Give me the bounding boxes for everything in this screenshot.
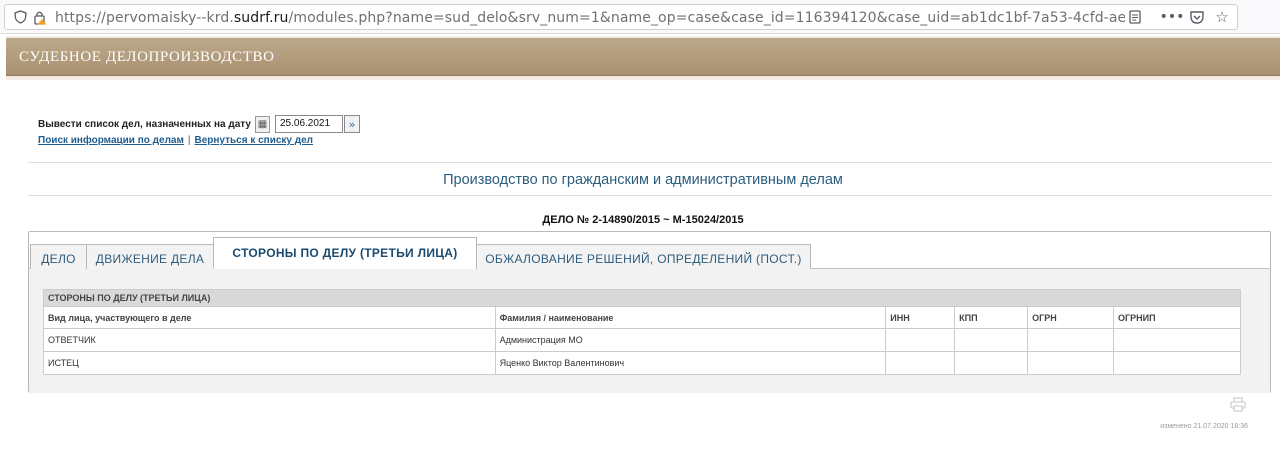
modified-timestamp: изменено 21.07.2020 18:36 <box>1160 423 1248 430</box>
url-field[interactable]: https://pervomaisky--krd.sudrf.ru/module… <box>4 4 1238 30</box>
printer-icon[interactable] <box>1230 396 1246 412</box>
search-cases-link[interactable]: Поиск информации по делам <box>38 135 184 146</box>
table-header-row: Вид лица, участвующего в деле Фамилия / … <box>43 306 1241 329</box>
party-name: Яценко Виктор Валентинович <box>494 351 887 375</box>
calendar-icon[interactable]: ▦ <box>254 115 270 133</box>
column-header: ИНН <box>885 306 956 329</box>
nav-links: Поиск информации по делам | Вернуться к … <box>38 135 313 146</box>
tab-body: СТОРОНЫ ПО ДЕЛУ (ТРЕТЬИ ЛИЦА) Вид лица, … <box>29 269 1270 393</box>
date-input[interactable]: 25.06.2021 <box>274 115 343 133</box>
party-ogrnip <box>1113 351 1241 375</box>
link-separator: | <box>187 135 191 146</box>
party-role: ИСТЕЦ <box>43 351 496 375</box>
pocket-icon[interactable] <box>1189 9 1205 25</box>
column-header: Вид лица, участвующего в деле <box>43 306 496 329</box>
column-header: КПП <box>954 306 1029 329</box>
back-to-list-link[interactable]: Вернуться к списку дел <box>194 135 313 146</box>
date-filter-label: Вывести список дел, назначенных на дату <box>38 118 251 130</box>
banner-title: СУДЕБНОЕ ДЕЛОПРОИЗВОДСТВО <box>19 49 275 65</box>
party-role: ОТВЕТЧИК <box>43 328 496 352</box>
party-inn <box>885 351 956 375</box>
party-name: Администрация МО <box>494 328 887 352</box>
section-title: Производство по гражданским и администра… <box>443 172 843 188</box>
divider <box>28 162 1272 163</box>
party-inn <box>885 328 956 352</box>
more-icon[interactable]: ••• <box>1160 9 1185 25</box>
page: СУДЕБНОЕ ДЕЛОПРОИЗВОДСТВО Вывести список… <box>6 36 1280 461</box>
column-header: Фамилия / наименование <box>494 306 887 329</box>
parties-table: СТОРОНЫ ПО ДЕЛУ (ТРЕТЬИ ЛИЦА) Вид лица, … <box>43 289 1241 375</box>
table-caption: СТОРОНЫ ПО ДЕЛУ (ТРЕТЬИ ЛИЦА) <box>43 289 1241 307</box>
table-row: ИСТЕЦ Яценко Виктор Валентинович <box>43 351 1241 375</box>
party-ogrn <box>1027 351 1115 375</box>
go-arrow-icon[interactable]: » <box>343 115 360 133</box>
column-header: ОГРНИП <box>1113 306 1241 329</box>
case-number: ДЕЛО № 2-14890/2015 ~ М-15024/2015 <box>542 214 744 226</box>
column-header: ОГРН <box>1027 306 1115 329</box>
reader-view-icon[interactable] <box>1127 9 1143 25</box>
browser-toolbar: https://pervomaisky--krd.sudrf.ru/module… <box>0 0 1280 34</box>
table-row: ОТВЕТЧИК Администрация МО <box>43 328 1241 352</box>
content-area: Вывести список дел, назначенных на дату … <box>6 80 1280 461</box>
bookmark-star-icon[interactable]: ☆ <box>1214 8 1230 26</box>
shield-icon[interactable] <box>12 9 28 25</box>
tab-parties[interactable]: СТОРОНЫ ПО ДЕЛУ (ТРЕТЬИ ЛИЦА) <box>213 237 477 269</box>
divider <box>28 195 1272 196</box>
banner: СУДЕБНОЕ ДЕЛОПРОИЗВОДСТВО <box>6 38 1280 76</box>
table-caption-row: СТОРОНЫ ПО ДЕЛУ (ТРЕТЬИ ЛИЦА) <box>43 289 1241 307</box>
url-text[interactable]: https://pervomaisky--krd.sudrf.ru/module… <box>55 5 1125 31</box>
party-kpp <box>954 351 1029 375</box>
party-kpp <box>954 328 1029 352</box>
party-ogrn <box>1027 328 1115 352</box>
party-ogrnip <box>1113 328 1241 352</box>
case-panel: ДЕЛО ДВИЖЕНИЕ ДЕЛА СТОРОНЫ ПО ДЕЛУ (ТРЕТ… <box>28 231 1271 393</box>
lock-warning-icon[interactable] <box>32 9 48 25</box>
date-filter: Вывести список дел, назначенных на дату … <box>38 114 360 134</box>
